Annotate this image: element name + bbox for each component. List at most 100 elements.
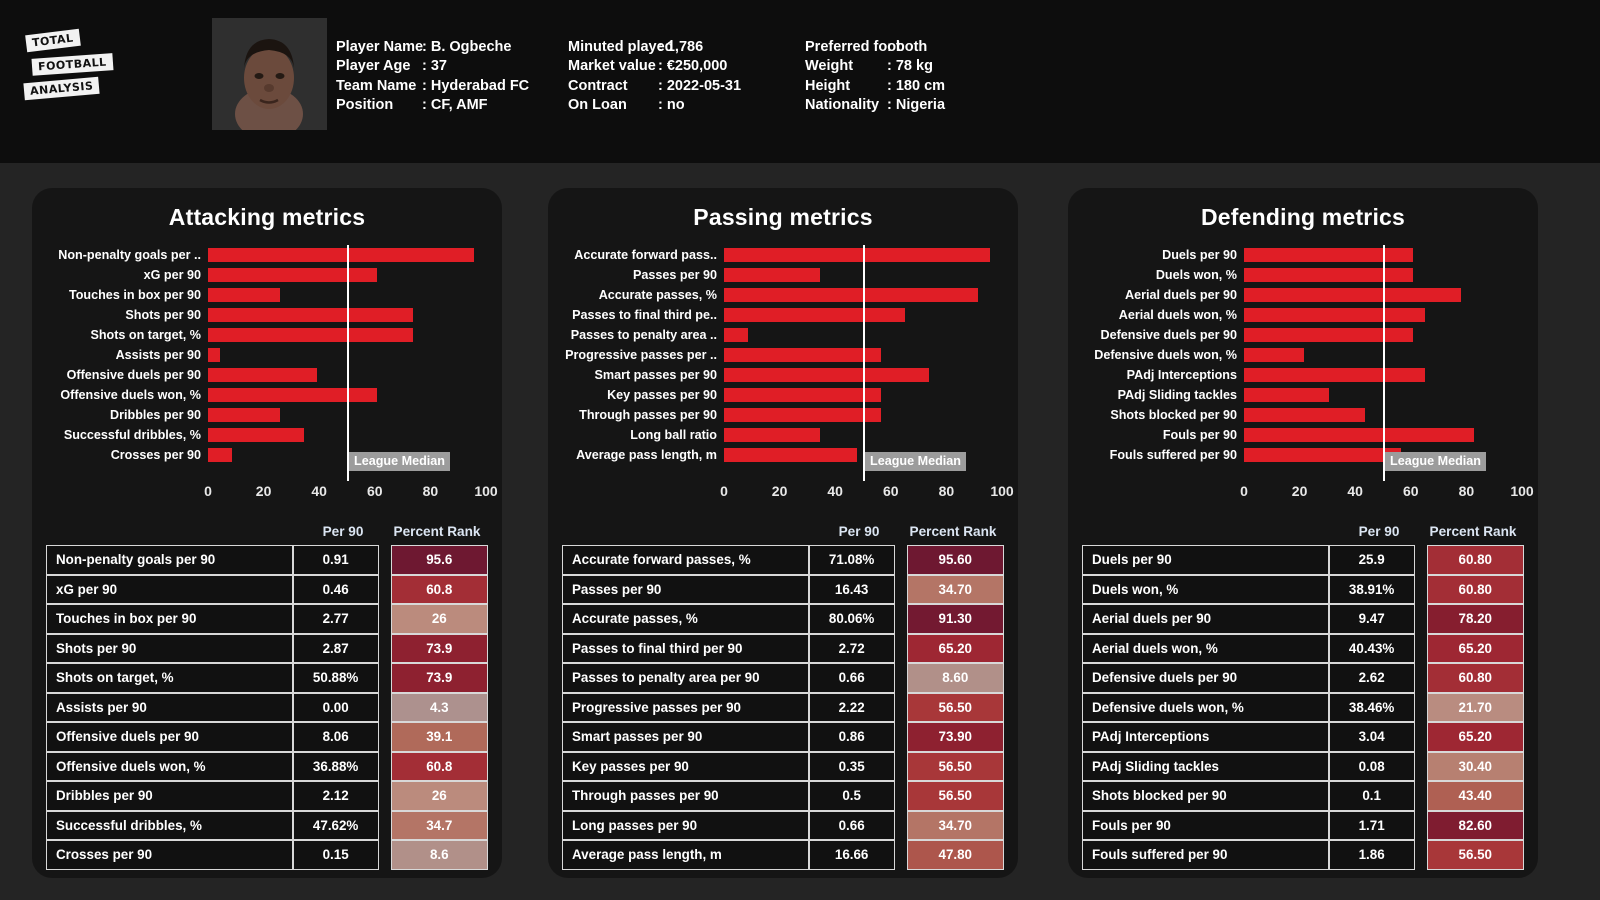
bar-fill	[208, 388, 378, 402]
player-info-key: Team Name	[336, 77, 417, 94]
bar-fill	[208, 248, 474, 262]
table-cell-per90: 0.66	[808, 810, 895, 840]
table-cell-metric: Defensive duels per 90	[1082, 663, 1329, 693]
bar-fill	[724, 388, 882, 402]
player-info-value: : both	[887, 39, 928, 55]
table-cell-per90: 0.35	[808, 751, 895, 781]
bar-fill	[1244, 428, 1474, 442]
bar-fill	[724, 408, 882, 422]
table-cell-percent-rank: 95.60	[906, 545, 1004, 575]
table-cell-per90: 9.47	[1328, 604, 1415, 634]
table-cell-metric: Progressive passes per 90	[562, 692, 809, 722]
bar-category-label: Through passes per 90	[579, 408, 717, 422]
table-cell-per90: 36.88%	[292, 751, 379, 781]
card-title: Attacking metrics	[168, 204, 366, 230]
bar-category-label: Aerial duels per 90	[1125, 288, 1237, 302]
x-axis-tick: 0	[1240, 483, 1248, 499]
table-row: Progressive passes per 90 2.22 56.50	[562, 692, 1004, 722]
page-header: TOTAL FOOTBALL ANALYSIS Player Name: B. …	[0, 0, 1600, 163]
table-row: Long passes per 90 0.66 34.70	[562, 810, 1004, 840]
table-cell-metric: Duels per 90	[1082, 545, 1329, 575]
bar-row: Shots on target, %	[32, 325, 502, 345]
brand-logo-line-1: TOTAL	[25, 28, 81, 53]
table-cell-metric: Average pass length, m	[562, 840, 809, 870]
table-row: Duels per 90 25.9 60.80	[1082, 545, 1524, 575]
table-cell-per90: 0.86	[808, 722, 895, 752]
bar-row: Successful dribbles, %	[32, 425, 502, 445]
table-cell-per90: 0.15	[292, 840, 379, 870]
player-info-column-3: Preferred foot: both Weight: 78 kg Height:…	[805, 38, 945, 116]
brand-logo-line-3: ANALYSIS	[23, 76, 101, 101]
table-cell-per90: 2.87	[292, 633, 379, 663]
bar-category-label: Fouls per 90	[1162, 428, 1237, 442]
table-row: Smart passes per 90 0.86 73.90	[562, 722, 1004, 752]
bar-row: PAdj Sliding tackles	[1068, 385, 1538, 405]
table-cell-percent-rank: 8.6	[390, 840, 488, 870]
player-info-key: Minuted played	[568, 39, 674, 55]
table-cell-metric: Passes to penalty area per 90	[562, 663, 809, 693]
table-cell-metric: Shots on target, %	[46, 663, 293, 693]
bar-category-label: Average pass length, m	[576, 448, 717, 462]
table-row: Successful dribbles, % 47.62% 34.7	[46, 810, 488, 840]
table-cell-per90: 3.04	[1328, 722, 1415, 752]
table-cell-metric: Accurate forward passes, %	[562, 545, 809, 575]
x-axis-tick: 60	[883, 483, 899, 499]
table-row: Key passes per 90 0.35 56.50	[562, 751, 1004, 781]
table-header-percent-rank: Percent Rank	[393, 523, 481, 539]
x-axis-tick: 100	[990, 483, 1014, 499]
bar-row: Non-penalty goals per ..	[32, 245, 502, 265]
table-row: Passes to penalty area per 90 0.66 8.60	[562, 663, 1004, 693]
bar-category-label: Shots per 90	[125, 308, 201, 322]
bar-row: Accurate forward pass..	[548, 245, 1018, 265]
x-axis-tick: 60	[367, 483, 383, 499]
table-cell-per90: 50.88%	[292, 663, 379, 693]
table-header-per90: Per 90	[838, 523, 880, 539]
bar-fill	[724, 248, 990, 262]
player-info-row: Nationality: Nigeria	[805, 96, 945, 115]
table-row: Non-penalty goals per 90 0.91 95.6	[46, 545, 488, 575]
table-cell-percent-rank: 73.90	[906, 722, 1004, 752]
bar-fill	[208, 308, 414, 322]
bar-fill	[1244, 388, 1329, 402]
bar-chart: Accurate forward pass.. Passes per 90 Accu…	[548, 245, 1018, 481]
bar-row: Key passes per 90	[548, 385, 1018, 405]
table-cell-per90: 0.00	[292, 692, 379, 722]
league-median-label: League Median	[349, 452, 450, 471]
bar-fill	[724, 308, 906, 322]
player-info-value: : €250,000	[658, 58, 728, 75]
table-cell-percent-rank: 60.8	[390, 574, 488, 604]
table-cell-per90: 16.66	[808, 840, 895, 870]
league-median-line	[863, 245, 865, 481]
bar-fill	[1244, 368, 1426, 382]
bar-category-label: Duels per 90	[1162, 248, 1237, 262]
table-cell-per90: 38.91%	[1328, 574, 1415, 604]
x-axis-tick: 100	[474, 483, 498, 499]
bar-row: Duels won, %	[1068, 265, 1538, 285]
bar-fill	[1244, 308, 1426, 322]
table-row: Accurate forward passes, % 71.08% 95.60	[562, 545, 1004, 575]
bar-fill	[208, 448, 232, 462]
table-header-per90: Per 90	[1358, 523, 1400, 539]
table-header-row: Per 90 Percent Rank	[562, 517, 1004, 545]
table-row: Shots per 90 2.87 73.9	[46, 633, 488, 663]
table-cell-per90: 80.06%	[808, 604, 895, 634]
table-cell-metric: Dribbles per 90	[46, 781, 293, 811]
bar-category-label: Defensive duels won, %	[1094, 348, 1237, 362]
bar-row: Long ball ratio	[548, 425, 1018, 445]
bar-fill	[724, 268, 821, 282]
bar-fill	[1244, 408, 1365, 422]
table-cell-metric: Shots blocked per 90	[1082, 781, 1329, 811]
x-axis-tick: 40	[827, 483, 843, 499]
table-header-row: Per 90 Percent Rank	[1082, 517, 1524, 545]
table-cell-percent-rank: 26	[390, 781, 488, 811]
x-axis: 0 20 40 60 80 100	[32, 483, 502, 505]
table-cell-per90: 25.9	[1328, 545, 1415, 575]
table-row: Through passes per 90 0.5 56.50	[562, 781, 1004, 811]
bar-fill	[1244, 448, 1402, 462]
x-axis-tick: 80	[1458, 483, 1475, 499]
table-cell-metric: Duels won, %	[1082, 574, 1329, 604]
table-cell-percent-rank: 8.60	[906, 663, 1004, 693]
x-axis-tick: 20	[1291, 483, 1308, 499]
table-cell-percent-rank: 34.70	[906, 574, 1004, 604]
table-cell-metric: Aerial duels won, %	[1082, 633, 1329, 663]
